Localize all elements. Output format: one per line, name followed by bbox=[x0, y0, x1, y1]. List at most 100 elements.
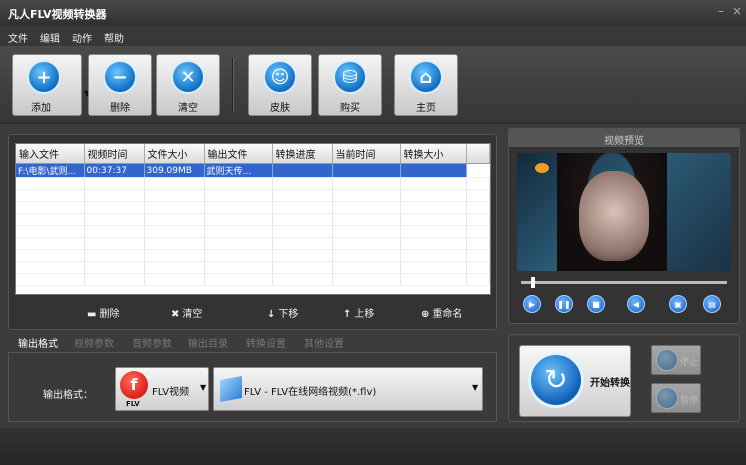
table-row-empty bbox=[16, 213, 490, 226]
channel-logo-icon bbox=[535, 163, 549, 173]
preview-panel: 视频预览 ▶ ❚❚ ■ ◀ ▣ ▤ bbox=[508, 128, 740, 324]
clear-button-label: 清空 bbox=[178, 103, 198, 114]
move-up-button[interactable]: ↑ 上移 bbox=[343, 305, 374, 320]
tab-other-settings[interactable]: 其他设置 bbox=[304, 335, 344, 350]
tab-output-format[interactable]: 输出格式 bbox=[18, 335, 58, 350]
format-select-value: FLV视频 bbox=[152, 387, 190, 398]
table-row-empty bbox=[16, 189, 490, 202]
move-down-button[interactable]: ↓ 下移 bbox=[267, 305, 298, 320]
rename-icon: ⊕ bbox=[421, 309, 430, 320]
file-list-panel: 输入文件 视频时间 文件大小 输出文件 转换进度 当前时间 转换大小 F:\电影… bbox=[8, 134, 497, 330]
tab-audio-params[interactable]: 音频参数 bbox=[132, 335, 172, 350]
rename-button[interactable]: ⊕ 重命名 bbox=[421, 305, 462, 320]
stop-button[interactable]: 停止 bbox=[651, 345, 701, 375]
column-header-filler bbox=[466, 144, 490, 164]
table-row[interactable]: F:\电影\武则... 00:37:37 309.09MB 武则天传... bbox=[16, 163, 490, 178]
cell-output-file: 武则天传... bbox=[204, 163, 273, 178]
arrow-up-icon: ↑ bbox=[343, 309, 352, 320]
flv-badge: FLV bbox=[126, 400, 140, 408]
cell-video-time: 00:37:37 bbox=[84, 163, 145, 178]
tab-video-params[interactable]: 视频参数 bbox=[74, 335, 114, 350]
x-icon: ✕ bbox=[171, 60, 205, 94]
output-format-label: 输出格式： bbox=[43, 390, 93, 401]
arrow-down-icon: ↓ bbox=[267, 309, 276, 320]
start-convert-button[interactable]: ↻ 开始转换 bbox=[519, 345, 631, 417]
settings-tabs: 输出格式 视频参数 音频参数 输出目录 转换设置 其他设置 bbox=[8, 334, 497, 352]
tab-output-dir[interactable]: 输出目录 bbox=[188, 335, 228, 350]
table-row-empty bbox=[16, 249, 490, 262]
list-actions: ▬ 删除 ✖ 清空 ↓ 下移 ↑ 上移 ⊕ 重命名 bbox=[9, 303, 498, 323]
flash-icon: f bbox=[120, 371, 148, 399]
menu-file[interactable]: 文件 bbox=[8, 30, 28, 45]
refresh-icon: ↻ bbox=[528, 352, 584, 408]
skin-button-label: 皮肤 bbox=[270, 103, 290, 114]
pause-icon bbox=[656, 387, 678, 409]
column-header[interactable]: 输入文件 bbox=[16, 144, 85, 164]
convert-panel: ↻ 开始转换 停止 暂停 bbox=[508, 334, 740, 422]
pause-icon[interactable]: ❚❚ bbox=[555, 295, 573, 313]
cell-input-file: F:\电影\武则... bbox=[16, 163, 85, 178]
buy-button[interactable]: ⛁ 购买 bbox=[318, 54, 382, 116]
list-delete-label: 删除 bbox=[99, 309, 120, 320]
delete-button[interactable]: − 删除 bbox=[88, 54, 152, 116]
seek-handle[interactable] bbox=[531, 277, 535, 288]
app-title: 凡人FLV视频转换器 bbox=[8, 8, 107, 21]
list-clear-label: 清空 bbox=[182, 309, 203, 320]
table-row-empty bbox=[16, 177, 490, 190]
preset-select-value: FLV - FLV在线网络视频(*.flv) bbox=[244, 387, 377, 398]
cell-progress bbox=[272, 163, 333, 178]
menu-bar: 文件 编辑 动作 帮助 bbox=[0, 26, 746, 46]
play-icon[interactable]: ▶ bbox=[523, 295, 541, 313]
x-icon: ✖ bbox=[171, 309, 180, 320]
table-row-empty bbox=[16, 273, 490, 286]
table-header: 输入文件 视频时间 文件大小 输出文件 转换进度 当前时间 转换大小 bbox=[16, 144, 490, 164]
list-clear-button[interactable]: ✖ 清空 bbox=[171, 305, 202, 320]
toolbar-separator bbox=[232, 58, 234, 112]
stop-label: 停止 bbox=[680, 358, 699, 368]
chevron-down-icon: ▼ bbox=[472, 383, 479, 392]
home-button-label: 主页 bbox=[416, 103, 436, 114]
folder-icon[interactable]: ▤ bbox=[703, 295, 721, 313]
cell-current-time bbox=[332, 163, 401, 178]
move-down-label: 下移 bbox=[278, 309, 299, 320]
column-header[interactable]: 当前时间 bbox=[332, 144, 401, 164]
seek-track[interactable] bbox=[521, 281, 727, 284]
column-header[interactable]: 转换大小 bbox=[400, 144, 467, 164]
home-button[interactable]: ⌂ 主页 bbox=[394, 54, 458, 116]
title-bar: 凡人FLV视频转换器 – × bbox=[0, 0, 746, 26]
add-button[interactable]: + ▼ 添加 bbox=[12, 54, 90, 116]
minimize-button[interactable]: – bbox=[718, 4, 724, 18]
preset-select[interactable]: FLV - FLV在线网络视频(*.flv) ▼ bbox=[213, 367, 483, 411]
snapshot-icon[interactable]: ▣ bbox=[669, 295, 687, 313]
plus-icon: + bbox=[27, 60, 61, 94]
preview-title: 视频预览 bbox=[509, 129, 739, 147]
column-header[interactable]: 文件大小 bbox=[144, 144, 205, 164]
menu-edit[interactable]: 编辑 bbox=[40, 30, 60, 45]
volume-icon[interactable]: ◀ bbox=[627, 295, 645, 313]
column-header[interactable]: 转换进度 bbox=[272, 144, 333, 164]
table-row-empty bbox=[16, 225, 490, 238]
pause-button[interactable]: 暂停 bbox=[651, 383, 701, 413]
minus-icon: ▬ bbox=[87, 309, 97, 320]
table-row-empty bbox=[16, 237, 490, 250]
output-format-panel: 输出格式： f FLV FLV视频 ▼ FLV - FLV在线网络视频(*.fl… bbox=[8, 352, 497, 422]
menu-action[interactable]: 动作 bbox=[72, 30, 92, 45]
stop-icon bbox=[656, 349, 678, 371]
stop-icon[interactable]: ■ bbox=[587, 295, 605, 313]
column-header[interactable]: 输出文件 bbox=[204, 144, 273, 164]
playback-controls: ▶ ❚❚ ■ ◀ ▣ ▤ bbox=[509, 295, 739, 315]
tab-convert-settings[interactable]: 转换设置 bbox=[246, 335, 286, 350]
format-select[interactable]: f FLV FLV视频 ▼ bbox=[115, 367, 209, 411]
clear-button[interactable]: ✕ 清空 bbox=[156, 54, 220, 116]
toolbar: + ▼ 添加 − 删除 ✕ 清空 ☺ 皮肤 ⛁ 购买 ⌂ 主页 bbox=[0, 46, 746, 124]
smiley-icon: ☺ bbox=[263, 60, 297, 94]
menu-help[interactable]: 帮助 bbox=[104, 30, 124, 45]
status-bar bbox=[0, 428, 746, 465]
file-list-table[interactable]: 输入文件 视频时间 文件大小 输出文件 转换进度 当前时间 转换大小 F:\电影… bbox=[15, 143, 491, 295]
table-row-empty bbox=[16, 201, 490, 214]
skin-button[interactable]: ☺ 皮肤 bbox=[248, 54, 312, 116]
list-delete-button[interactable]: ▬ 删除 bbox=[87, 305, 119, 320]
close-button[interactable]: × bbox=[732, 4, 742, 18]
column-header[interactable]: 视频时间 bbox=[84, 144, 145, 164]
minus-icon: − bbox=[103, 60, 137, 94]
